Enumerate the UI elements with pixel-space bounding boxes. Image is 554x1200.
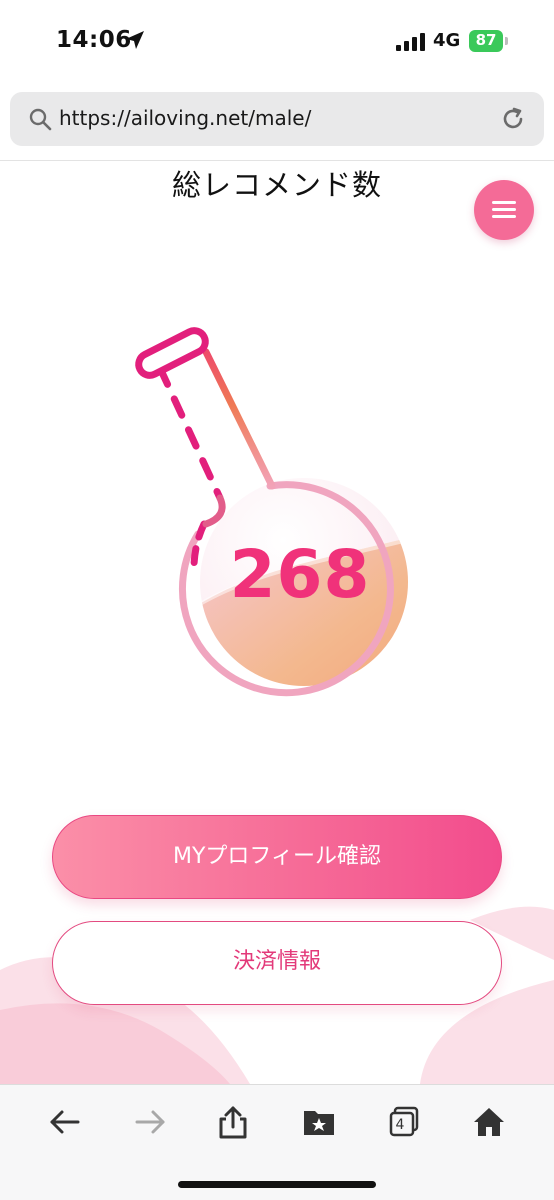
recommend-count: 268 [229,536,371,613]
tabs-count: 4 [395,1117,405,1133]
status-bar: 14:06 4G 87 [0,0,554,84]
menu-bar-icon [492,201,516,204]
forward-arrow-icon[interactable] [133,1105,167,1139]
page-title: 総レコメンド数 [171,168,382,202]
tabs-icon[interactable]: 4 [387,1105,421,1139]
payment-info-button-label: 決済情報 [232,949,321,974]
share-icon[interactable] [216,1105,250,1139]
status-time: 14:06 [56,27,132,53]
payment-info-button[interactable]: 決済情報 [52,921,502,1005]
battery-charging-icon: 87 [469,30,509,52]
header-divider [0,160,554,161]
my-profile-button-label: MYプロフィール確認 [173,844,381,869]
network-type: 4G [433,30,461,51]
url-text[interactable]: https://ailoving.net/male/ [59,106,311,130]
address-bar[interactable]: https://ailoving.net/male/ [10,92,544,146]
menu-bar-icon [492,215,516,218]
reload-icon[interactable] [500,106,526,132]
bookmarks-icon[interactable] [302,1105,336,1139]
browser-toolbar: 4 [0,1084,554,1200]
home-indicator [178,1181,376,1188]
location-arrow-icon [126,31,144,49]
hamburger-menu-button[interactable] [474,180,534,240]
home-icon[interactable] [472,1105,506,1139]
battery-cap [505,37,508,45]
battery-level: 87 [475,31,497,49]
signal-bars-icon [396,33,425,51]
back-arrow-icon[interactable] [48,1105,82,1139]
my-profile-button[interactable]: MYプロフィール確認 [52,815,502,899]
menu-bar-icon [492,208,516,211]
search-icon [29,108,52,131]
flask-icon [135,327,408,697]
